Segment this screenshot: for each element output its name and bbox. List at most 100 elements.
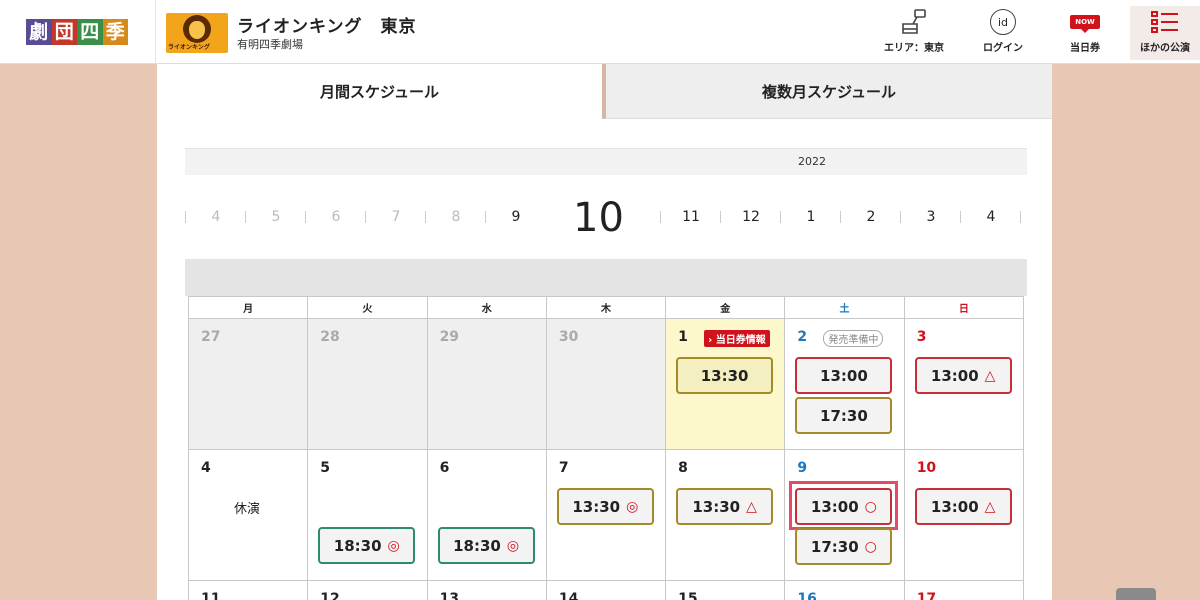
menu-list-icon: [1151, 6, 1179, 38]
same-day-ticket-label[interactable]: › 当日券情報: [704, 330, 770, 347]
day-number: 4: [201, 460, 211, 476]
schedule-panel: 月間スケジュール 複数月スケジュール 2022 4 5 6 7 8 9 10 月 …: [157, 64, 1052, 600]
day-number: 27: [201, 329, 221, 345]
weekday-tue: 火: [307, 296, 428, 319]
performance-button[interactable]: 13:30 △: [676, 488, 774, 525]
performance-button[interactable]: 13:30: [676, 357, 774, 394]
day-number: 14: [558, 591, 579, 600]
weekday-thu: 木: [545, 296, 667, 319]
day-cell: 29: [426, 318, 547, 450]
performance-time: 13:00: [930, 366, 979, 385]
performance-button[interactable]: 13:30 ◎: [556, 488, 654, 525]
login-icon-wrap: id: [990, 6, 1016, 38]
performance-button[interactable]: 13:00 △: [914, 357, 1012, 394]
day-cell: 7 13:30 ◎: [545, 449, 667, 581]
area-button[interactable]: エリア：東京: [879, 6, 949, 60]
lion-face: [189, 21, 205, 39]
month-divider: [305, 211, 306, 223]
day-number: 17: [916, 591, 937, 600]
performance-button[interactable]: 18:30 ◎: [318, 527, 416, 564]
day-cell: 30: [545, 318, 667, 450]
month-tab[interactable]: 1: [796, 209, 826, 225]
calendar-header-bar: [185, 259, 1027, 296]
day-cell: 1 › 当日券情報 13:30: [665, 318, 786, 450]
calendar-week: 11 12 13 14 15 16 17: [187, 580, 1025, 600]
weekday-sun: 日: [903, 296, 1025, 319]
day-cell: 2 発売準備中 13:00 17:30: [784, 318, 905, 450]
performance-button[interactable]: 18:30 ◎: [437, 527, 535, 564]
lion-king-logo[interactable]: ライオンキング: [166, 13, 228, 53]
now-icon: NOW: [1070, 15, 1100, 33]
month-tab[interactable]: 7: [381, 209, 411, 225]
day-number: 5: [320, 460, 331, 476]
day-number: 7: [558, 460, 569, 476]
area-icon: [899, 6, 929, 38]
scroll-to-top-button[interactable]: [1116, 588, 1156, 600]
site-header: 劇 団 四 季 ライオンキング ライオンキング 東京 有明四季劇場 エリア：東京…: [0, 0, 1200, 64]
available-seats-icon: ○: [864, 538, 877, 555]
no-performance-label: 休演: [234, 502, 261, 517]
month-tab[interactable]: 2: [856, 209, 886, 225]
performance-time: 13:30: [572, 497, 621, 516]
day-cell: 14: [545, 580, 667, 600]
month-tab[interactable]: 5: [261, 209, 291, 225]
performance-time: 13:30: [692, 497, 741, 516]
performance-button[interactable]: 17:30: [795, 397, 893, 434]
month-tab[interactable]: 6: [321, 209, 351, 225]
month-tab[interactable]: 12: [736, 209, 766, 225]
performance-button[interactable]: 13:00 ○: [795, 488, 893, 525]
day-number: 13: [439, 591, 460, 600]
tab-monthly-schedule[interactable]: 月間スケジュール: [157, 64, 602, 119]
day-cell: 15: [665, 580, 786, 600]
now-icon-wrap: NOW: [1070, 6, 1100, 38]
day-number: 6: [439, 460, 450, 476]
month-divider: [840, 211, 841, 223]
many-seats-icon: ◎: [626, 498, 639, 515]
day-number: 3: [916, 329, 927, 345]
performance-button[interactable]: 17:30 ○: [795, 528, 893, 565]
day-cell: 28: [307, 318, 428, 450]
day-number: 11: [201, 591, 221, 600]
month-divider: [185, 211, 186, 223]
performance-button[interactable]: 13:00: [795, 357, 893, 394]
header-divider: [155, 0, 156, 64]
day-cell: 9 13:00 ○ 17:30 ○: [784, 449, 905, 581]
day-number: 12: [320, 591, 340, 600]
month-tab[interactable]: 3: [916, 209, 946, 225]
logo-char: 四: [77, 19, 103, 45]
day-number: 8: [678, 460, 688, 476]
performance-time: 13:00: [810, 497, 859, 516]
other-shows-button[interactable]: ほかの公演: [1130, 6, 1200, 60]
login-button[interactable]: id ログイン: [968, 6, 1038, 60]
month-tab[interactable]: 4: [201, 209, 231, 225]
month-divider: [720, 211, 721, 223]
month-tab[interactable]: 9: [501, 209, 531, 225]
performance-time: 13:30: [700, 366, 749, 385]
performance-button[interactable]: 13:00 △: [914, 488, 1012, 525]
day-cell: 4 休演: [187, 449, 309, 581]
sale-preparing-label: 発売準備中: [823, 330, 884, 347]
month-tab[interactable]: 8: [441, 209, 471, 225]
weekday-row: 月 火 水 木 金 土 日: [187, 296, 1025, 319]
month-divider: [425, 211, 426, 223]
month-divider: [900, 211, 901, 223]
month-tab[interactable]: 11: [676, 209, 706, 225]
weekday-sat: 土: [784, 296, 905, 319]
logo-char: 団: [51, 19, 77, 45]
month-tab[interactable]: 4: [976, 209, 1006, 225]
tab-multi-month-schedule[interactable]: 複数月スケジュール: [602, 64, 1052, 119]
month-divider: [660, 211, 661, 223]
logo-char: 劇: [26, 19, 52, 45]
month-divider: [365, 211, 366, 223]
calendar-week: 4 休演 5 18:30 ◎ 6 18:30 ◎ 7 13:30 ◎ 8 13:30 △…: [187, 449, 1025, 581]
day-number: 1: [678, 329, 688, 345]
show-title[interactable]: ライオンキング 東京: [237, 12, 417, 37]
month-divider: [1020, 211, 1021, 223]
show-venue: 有明四季劇場: [237, 38, 303, 51]
day-number: 16: [797, 591, 817, 600]
weekday-fri: 金: [665, 296, 786, 319]
many-seats-icon: ◎: [506, 537, 520, 554]
shiki-logo[interactable]: 劇 団 四 季: [26, 19, 128, 45]
same-day-ticket-button[interactable]: NOW 当日券: [1050, 6, 1120, 60]
day-cell: 12: [307, 580, 428, 600]
